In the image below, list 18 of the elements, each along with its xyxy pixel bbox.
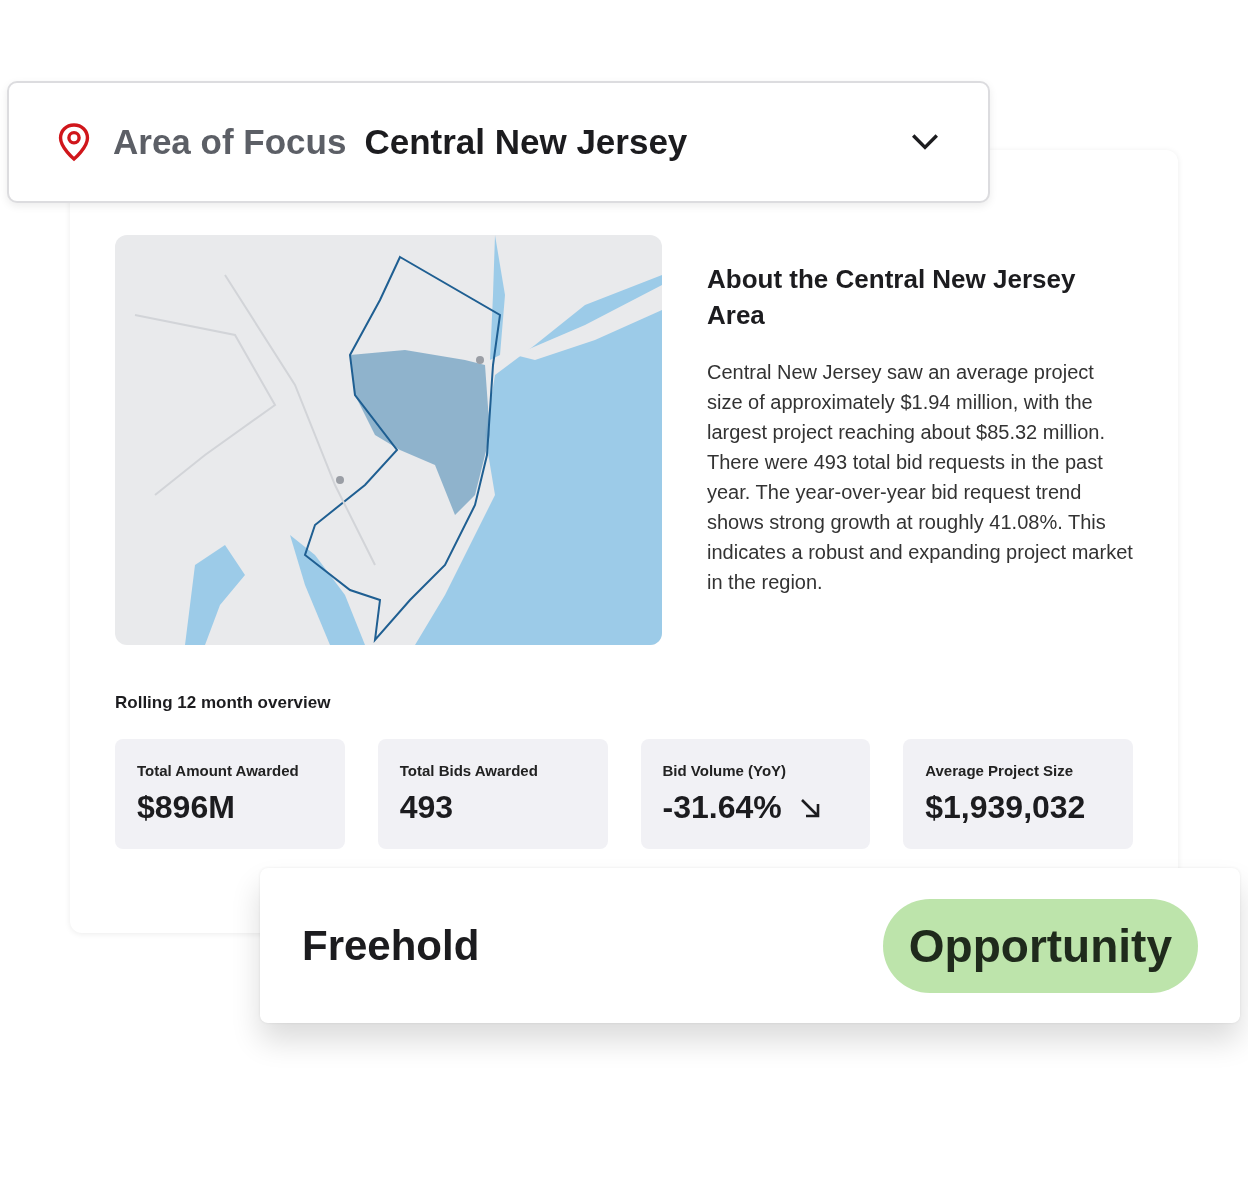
stat-label: Total Amount Awarded <box>137 762 300 779</box>
about-title: About the Central New Jersey Area <box>707 263 1077 332</box>
stat-label: Bid Volume (YoY) <box>662 762 788 779</box>
area-selector[interactable]: Area of Focus Central New Jersey <box>7 81 990 203</box>
stat-value: $1,939,032 <box>925 789 1086 826</box>
stat-value: -31.64% <box>662 789 782 826</box>
about-text: Central New Jersey saw an average project size of approximately $1.94 million, with the largest project reaching about $85.32 million. There were 493 total bid requests in the past year. The year-over-year bid request trend shows strong growth at roughly 41.08%. This indicates a robust and expanding project market in the region. <box>707 360 1133 595</box>
location-pin-icon <box>57 122 91 162</box>
overview-title: Rolling 12 month overview <box>115 693 332 713</box>
listing-name: Freehold <box>302 921 480 970</box>
chevron-down-icon <box>910 132 940 152</box>
stat-value: $896M <box>137 789 235 826</box>
stat-label: Total Bids Awarded <box>399 762 539 779</box>
selector-value: Central New Jersey <box>364 122 689 162</box>
stat-label: Average Project Size <box>925 762 1075 779</box>
stat-value: 493 <box>399 789 454 826</box>
opportunity-badge: Opportunity <box>882 898 1198 993</box>
selector-label: Area of Focus <box>113 122 347 162</box>
